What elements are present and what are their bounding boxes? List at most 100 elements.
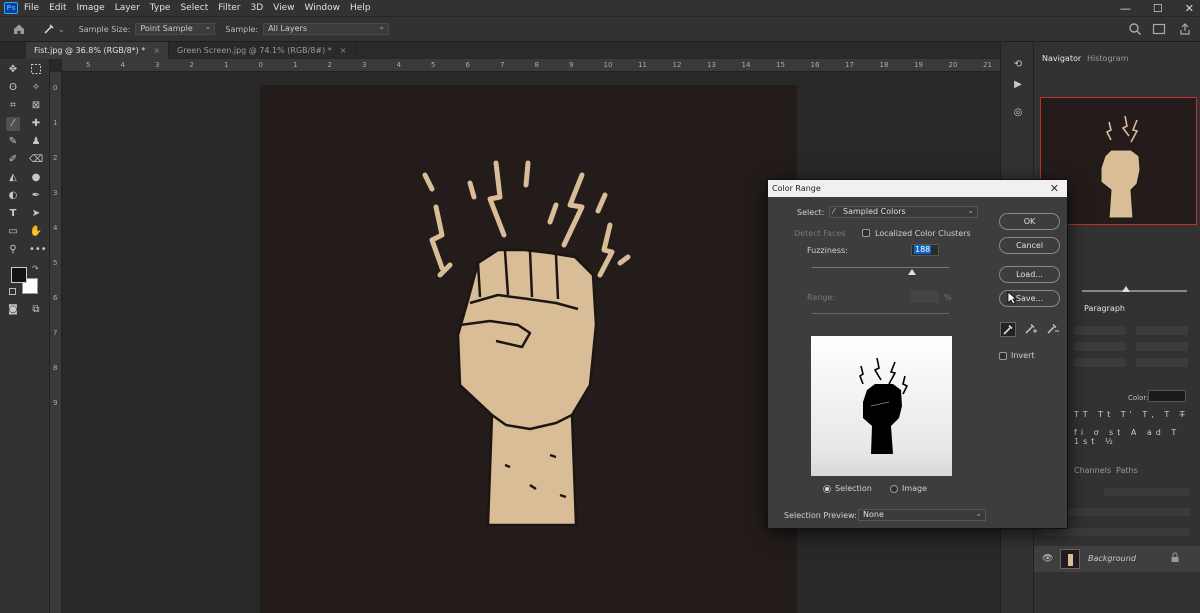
eyedropper-add-button[interactable]	[1023, 322, 1039, 337]
ok-button[interactable]: OK	[999, 213, 1060, 230]
tab-paragraph[interactable]: Paragraph	[1084, 304, 1125, 313]
type-style-buttons[interactable]: TT Tt T' T, T T̶	[1074, 410, 1189, 419]
eyedropper-subtract-button[interactable]	[1045, 322, 1061, 337]
type-tool-icon[interactable]: T	[6, 207, 20, 221]
menu-layer[interactable]: Layer	[115, 3, 140, 13]
ruler-tick-label: 18	[879, 61, 889, 69]
menu-file[interactable]: File	[24, 3, 39, 13]
opentype-buttons[interactable]: fi ơ st A ad T 1st ½	[1074, 428, 1196, 446]
invert-checkbox[interactable]	[999, 352, 1007, 360]
close-window-icon[interactable]: ✕	[1185, 2, 1194, 15]
menu-image[interactable]: Image	[77, 3, 105, 13]
range-unit: %	[944, 293, 952, 302]
menu-3d[interactable]: 3D	[251, 3, 264, 13]
fuzziness-slider-track[interactable]	[812, 267, 949, 268]
lock-icon[interactable]	[1170, 552, 1180, 566]
default-colors-icon[interactable]	[9, 288, 16, 295]
chevron-down-icon[interactable]: ⌄	[58, 25, 65, 34]
options-bar: ⌄ Sample Size: Point Sample Sample: All …	[0, 16, 1200, 42]
tab-channels[interactable]: Channels	[1074, 466, 1111, 475]
healing-brush-tool-icon[interactable]: ✚	[29, 117, 43, 131]
eyedropper-tool-preset-icon[interactable]	[42, 22, 56, 36]
blur-tool-icon[interactable]: ●	[29, 171, 43, 185]
share-icon[interactable]	[1178, 22, 1192, 36]
navigator-zoom-slider[interactable]	[1082, 290, 1187, 292]
select-dropdown[interactable]: ⁄ Sampled Colors ⌄	[829, 206, 978, 218]
menu-edit[interactable]: Edit	[49, 3, 66, 13]
quick-mask-icon[interactable]: ◙	[6, 303, 20, 317]
minimize-icon[interactable]: —	[1120, 2, 1131, 15]
maximize-icon[interactable]: ☐	[1153, 2, 1163, 15]
document-canvas[interactable]	[260, 85, 797, 613]
ruler-tick-label: 7	[500, 61, 505, 69]
text-color-swatch[interactable]	[1148, 390, 1186, 402]
fuzziness-slider-handle[interactable]	[908, 269, 916, 275]
tab-fist[interactable]: Fist.jpg @ 36.8% (RGB/8*) * ×	[26, 42, 170, 59]
fuzziness-input[interactable]: 188	[911, 244, 939, 256]
crop-tool-icon[interactable]: ⌗	[6, 99, 20, 113]
menu-window[interactable]: Window	[305, 3, 341, 13]
more-tools-icon[interactable]: •••	[29, 243, 47, 257]
foreground-color-swatch[interactable]	[11, 267, 27, 283]
pen-tool-icon[interactable]: ✒	[29, 189, 43, 203]
eyedropper-tool-icon[interactable]: ⁄	[6, 117, 20, 131]
image-radio-label: Image	[902, 484, 928, 493]
layer-name[interactable]: Background	[1088, 554, 1136, 563]
rectangle-tool-icon[interactable]: ▭	[6, 225, 20, 239]
eyedropper-sample-button[interactable]	[1000, 322, 1016, 337]
load-button[interactable]: Load...	[999, 266, 1060, 283]
properties-panel-icon[interactable]: ◎	[1011, 106, 1025, 120]
stamp-tool-icon[interactable]: ♟	[29, 135, 43, 149]
horizontal-ruler[interactable]: 5 4 3 2 1 0 1 2 3 4 5 6 7 8 9 10 11 12 13 14 15 16 17 18 19 20 21	[62, 59, 1000, 72]
hand-tool-icon[interactable]: ✋	[29, 225, 43, 239]
ruler-tick-label: 5	[86, 61, 91, 69]
menu-filter[interactable]: Filter	[218, 3, 240, 13]
tab-navigator[interactable]: Navigator	[1042, 54, 1081, 63]
workspace-icon[interactable]	[1152, 22, 1166, 36]
history-brush-tool-icon[interactable]: ✐	[6, 153, 20, 167]
photoshop-logo-icon[interactable]: Ps	[4, 2, 18, 14]
vertical-ruler[interactable]: 0 1 2 3 4 5 6 7 8 9	[50, 72, 62, 613]
tools-panel: ✥ ʘ ✧ ⌗ ⊠ ⁄ ✚ ✎ ♟ ✐ ⌫ ◭ ● ◐ ✒ T ➤ ▭ ✋ ⚲ …	[0, 59, 50, 613]
selection-radio[interactable]	[823, 485, 831, 493]
menu-select[interactable]: Select	[180, 3, 208, 13]
localized-clusters-checkbox[interactable]	[862, 229, 870, 237]
cancel-button[interactable]: Cancel	[999, 237, 1060, 254]
eraser-tool-icon[interactable]: ⌫	[29, 153, 43, 167]
actions-panel-icon[interactable]: ▶	[1011, 78, 1025, 92]
close-icon[interactable]: ✕	[1050, 180, 1059, 197]
menu-help[interactable]: Help	[350, 3, 371, 13]
close-icon[interactable]: ×	[340, 46, 347, 55]
ruler-tick-label: 0	[258, 61, 263, 69]
sample-select[interactable]: All Layers	[263, 22, 390, 35]
ruler-tick-label: 6	[53, 294, 58, 302]
eye-visibility-icon[interactable]: 👁	[1042, 554, 1053, 564]
frame-tool-icon[interactable]: ⊠	[29, 99, 43, 113]
close-icon[interactable]: ×	[153, 46, 160, 55]
selection-preview-select[interactable]: None ⌄	[858, 509, 986, 521]
paint-bucket-tool-icon[interactable]: ◭	[6, 171, 20, 185]
dialog-titlebar[interactable]: Color Range ✕	[768, 180, 1067, 197]
home-icon[interactable]	[12, 22, 26, 36]
magic-wand-tool-icon[interactable]: ✧	[29, 81, 43, 95]
lasso-tool-icon[interactable]: ʘ	[6, 81, 20, 95]
path-selection-tool-icon[interactable]: ➤	[29, 207, 43, 221]
sample-size-select[interactable]: Point Sample	[135, 22, 216, 35]
menu-type[interactable]: Type	[150, 3, 171, 13]
layer-row-background[interactable]: 👁 Background	[1034, 546, 1200, 572]
brush-tool-icon[interactable]: ✎	[6, 135, 20, 149]
move-tool-icon[interactable]: ✥	[6, 63, 20, 77]
slider-handle[interactable]	[1122, 286, 1130, 292]
dodge-tool-icon[interactable]: ◐	[6, 189, 20, 203]
swap-colors-icon[interactable]: ↷	[32, 264, 39, 273]
tab-green-screen[interactable]: Green Screen.jpg @ 74.1% (RGB/8#) * ×	[169, 42, 356, 59]
screen-mode-icon[interactable]: ⧉	[29, 303, 43, 317]
menu-view[interactable]: View	[273, 3, 294, 13]
tab-paths[interactable]: Paths	[1116, 466, 1138, 475]
history-panel-icon[interactable]: ⟲	[1011, 58, 1025, 72]
tab-histogram[interactable]: Histogram	[1087, 54, 1129, 63]
search-icon[interactable]	[1128, 22, 1142, 36]
marquee-tool-icon[interactable]	[29, 63, 43, 77]
zoom-tool-icon[interactable]: ⚲	[6, 243, 20, 257]
image-radio[interactable]	[890, 485, 898, 493]
